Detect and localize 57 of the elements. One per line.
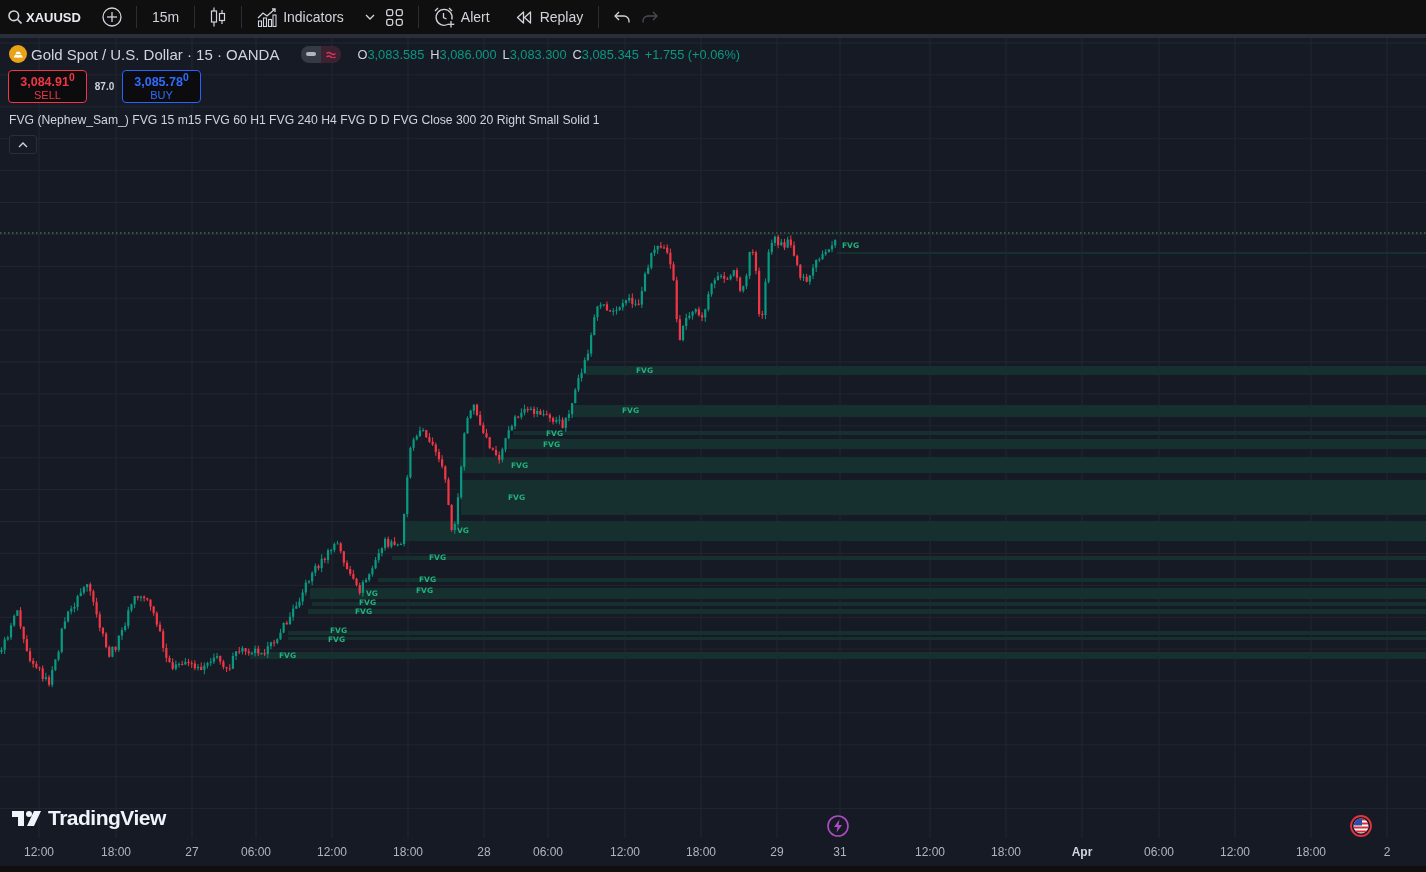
symbol-title: Gold Spot / U.S. Dollar · 15 · OANDA	[31, 45, 280, 63]
alert-button[interactable]: Alert	[427, 3, 496, 31]
time-label: 12:00	[915, 845, 945, 859]
ohlc-value: 3,086.000	[439, 46, 497, 62]
ohlc-value: 3,083.300	[509, 46, 567, 62]
symbol-search-button[interactable]: XAUUSD	[4, 3, 85, 31]
time-label: 27	[185, 845, 199, 859]
time-label: 06:00	[241, 845, 271, 859]
time-label: 18:00	[393, 845, 423, 859]
logo-icon	[12, 810, 42, 826]
time-label: 06:00	[1144, 845, 1174, 859]
time-label: 06:00	[533, 845, 563, 859]
replay-button[interactable]: Replay	[509, 3, 590, 31]
time-label: 28	[477, 845, 491, 859]
indicator-legend: FVG (Nephew_Sam_) FVG 15 m15 FVG 60 H1 FVG 240 H4 FVG D D FVG Close 300 20 Right Small Solid 1	[8, 112, 600, 128]
ohlc-label: L	[502, 46, 510, 62]
time-label: 18:00	[991, 845, 1021, 859]
plus-circle-icon	[101, 7, 122, 27]
time-label: 18:00	[686, 845, 716, 859]
candles-icon	[210, 7, 227, 27]
time-label: 12:00	[24, 845, 54, 859]
flag-icon[interactable]	[1350, 815, 1372, 837]
time-label: 31	[833, 845, 847, 859]
ohlc-label: O	[357, 46, 368, 62]
ingots-icon	[9, 45, 27, 63]
ohlc-value: 3,083.585	[367, 46, 425, 62]
ohlc-label: C	[572, 46, 582, 62]
chevron-up-icon	[18, 141, 28, 148]
logo-text: TradingView	[48, 807, 166, 829]
buy-button[interactable]: 3,085.78$^{0}$ BUY	[122, 70, 201, 103]
time-label: 18:00	[1296, 845, 1326, 859]
collapse-button[interactable]	[9, 135, 37, 154]
time-label: 18:00	[101, 845, 131, 859]
time-label: 12:00	[610, 845, 640, 859]
redo-icon	[642, 11, 659, 23]
alarm-clock-icon	[433, 6, 455, 28]
spread-value: 87.0	[93, 81, 116, 92]
bar-chart-icon	[257, 7, 278, 27]
caret-down-icon	[364, 14, 375, 20]
time-label: 29	[770, 845, 784, 859]
lightning-icon[interactable]	[827, 815, 849, 837]
time-label: 12:00	[317, 845, 347, 859]
rewind-icon	[515, 10, 532, 24]
minus-icon	[306, 52, 317, 56]
undo-icon	[614, 11, 631, 23]
price-change: +1.755 (+0.06%)	[644, 46, 741, 62]
ohlc-value: 3,085.345	[581, 46, 639, 62]
interval-button[interactable]: 15m	[145, 3, 186, 31]
search-icon	[8, 10, 22, 24]
time-label: 2	[1383, 845, 1391, 859]
time-label: Apr	[1071, 845, 1093, 859]
wave-icon	[326, 50, 337, 58]
grid-icon	[385, 8, 403, 26]
ohlc-label: H	[430, 46, 440, 62]
sell-button[interactable]: 3,084.91$^{0}$ SELL	[8, 70, 87, 103]
indicators-button[interactable]: Indicators	[251, 3, 350, 31]
time-label: 12:00	[1220, 845, 1250, 859]
